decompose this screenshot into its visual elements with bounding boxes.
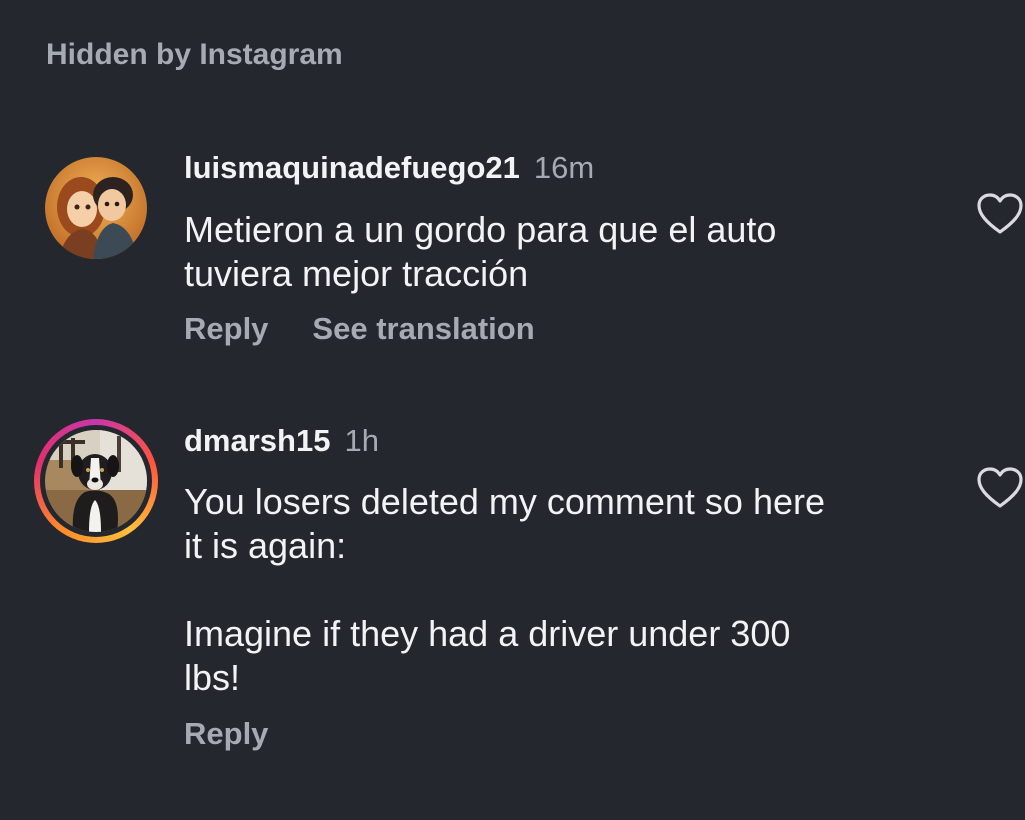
timestamp: 1h	[344, 423, 379, 458]
comment-header: luismaquinadefuego21 16m	[184, 150, 594, 186]
avatar[interactable]	[45, 157, 147, 259]
anime-couple-avatar-icon	[45, 157, 147, 259]
avatar-photo	[45, 430, 147, 532]
comments-page: Hidden by Instagram luismaquinadefuego21…	[0, 0, 1025, 820]
heart-outline-icon[interactable]	[976, 466, 1024, 510]
timestamp: 16m	[533, 150, 595, 185]
username[interactable]: dmarsh15	[184, 423, 330, 458]
comment-text: Metieron a un gordo para que el auto tuv…	[184, 208, 924, 296]
comment-actions: Reply See translation	[184, 311, 535, 347]
comment-line: Metieron a un gordo para que el auto	[184, 209, 777, 250]
reply-button[interactable]: Reply	[184, 716, 268, 751]
comment-text: You losers deleted my comment so here it…	[184, 480, 924, 700]
dog-avatar-icon	[45, 430, 147, 532]
comment-line: tuviera mejor tracción	[184, 253, 529, 294]
reply-button[interactable]: Reply	[184, 311, 268, 346]
comment-line: it is again:	[184, 525, 347, 566]
hidden-by-instagram-note[interactable]: Hidden by Instagram	[46, 38, 343, 72]
comment-header: dmarsh15 1h	[184, 423, 379, 459]
see-translation-button[interactable]: See translation	[312, 311, 534, 346]
comment-line: You losers deleted my comment so here	[184, 481, 826, 522]
comment-line: Imagine if they had a driver under 300	[184, 613, 791, 654]
comment-line: lbs!	[184, 657, 241, 698]
avatar[interactable]	[34, 419, 158, 543]
username[interactable]: luismaquinadefuego21	[184, 150, 520, 185]
comment-actions: Reply	[184, 716, 268, 752]
comment-line	[184, 568, 924, 612]
heart-outline-icon[interactable]	[976, 192, 1024, 236]
